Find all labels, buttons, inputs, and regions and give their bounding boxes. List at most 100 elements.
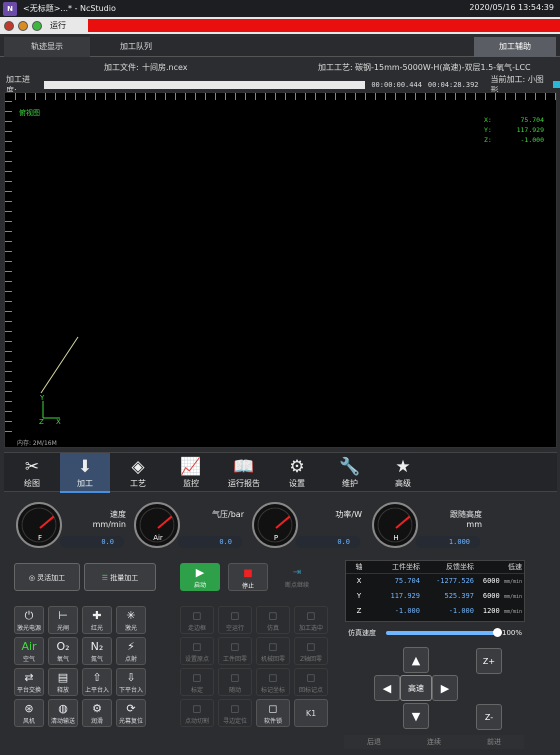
- total-time: 00:04:28.392: [427, 80, 479, 89]
- jog-speed-button[interactable]: 高速: [400, 675, 432, 701]
- pager-prev[interactable]: 后退: [344, 737, 404, 747]
- jog-zminus-button[interactable]: Z-: [476, 704, 502, 730]
- tab-queue[interactable]: 加工队列: [92, 37, 180, 57]
- axes-table: 轴工件坐标 反馈坐标 低速 X 75.704 -1277.526 6000 mm/min Y 1…: [345, 560, 525, 622]
- axes-row-2-unit: mm/min: [503, 609, 522, 615]
- resume-label: 断点继续: [284, 582, 309, 589]
- mid-grid-button-3-0[interactable]: ◻ 点动切割: [180, 699, 214, 727]
- stop-button[interactable]: ■ 停止: [228, 563, 268, 591]
- nav-3-icon: 📈: [180, 457, 202, 477]
- batch-mode-button[interactable]: ☰ 批量加工: [84, 563, 156, 591]
- left-grid-button-2-3[interactable]: ⇩ 下平台入: [116, 668, 146, 696]
- mid-grid-label-1-2: 机械回零: [260, 656, 285, 663]
- mid-grid-icon-3-2: ◻: [268, 702, 278, 715]
- gauge-0-dial-icon: F: [16, 502, 62, 548]
- nav-5-label: 设置: [289, 479, 305, 488]
- flex-mode-button[interactable]: ◎ 灵活加工: [14, 563, 80, 591]
- pager-mid[interactable]: 连续: [404, 737, 464, 747]
- mid-grid-button-1-1[interactable]: ◻ 工件回零: [218, 637, 252, 665]
- mid-grid-button-1-2[interactable]: ◻ 机械回零: [256, 637, 290, 665]
- left-grid-button-0-2[interactable]: ✚ 红光: [82, 606, 112, 634]
- start-label: 启动: [193, 582, 206, 589]
- mid-grid-button-3-3[interactable]: K1: [294, 699, 328, 727]
- flex-mode-label: 灵活加工: [37, 574, 66, 582]
- mid-grid-label-1-3: Z轴回零: [299, 656, 323, 663]
- process-label: 加工工艺:: [318, 63, 353, 72]
- left-grid-button-0-1[interactable]: ⊢ 光闸: [48, 606, 78, 634]
- left-grid-button-2-0[interactable]: ⇄ 平台交换: [14, 668, 44, 696]
- left-grid-button-3-1[interactable]: ◍ 清动输送: [48, 699, 78, 727]
- left-grid-button-1-3[interactable]: ⚡ 点射: [116, 637, 146, 665]
- close-button[interactable]: [4, 20, 14, 31]
- mid-grid-button-2-2[interactable]: ◻ 标记坐标: [256, 668, 290, 696]
- tab-track[interactable]: 轨迹显示: [4, 37, 90, 57]
- axis-z-label: Z: [39, 418, 44, 426]
- nav-item-2[interactable]: ◈ 工艺: [113, 453, 163, 493]
- title-bar: N <无标题>...* - NcStudio 2020/05/16 13:54:…: [0, 0, 560, 17]
- sim-speed-row: 仿真速度 100%: [348, 628, 528, 638]
- sim-speed-knob[interactable]: [493, 628, 502, 637]
- jog-right-button[interactable]: ▶: [432, 675, 458, 701]
- tab-assist[interactable]: 加工辅助: [474, 37, 556, 57]
- left-grid-button-0-3[interactable]: ✳ 激光: [116, 606, 146, 634]
- left-grid-button-3-0[interactable]: ⊛ 风机: [14, 699, 44, 727]
- start-button[interactable]: ▶ 启动: [180, 563, 220, 591]
- mid-grid-icon-2-1: ◻: [230, 671, 240, 684]
- gauge-0-value: 0.0: [60, 536, 124, 548]
- left-grid-button-1-2[interactable]: N₂ 氮气: [82, 637, 112, 665]
- nav-item-6[interactable]: 🔧 维护: [325, 453, 375, 493]
- jog-up-button[interactable]: ▲: [403, 647, 429, 673]
- left-grid-label-2-1: 释放: [56, 687, 69, 694]
- left-grid-icon-2-2: ⇧: [92, 671, 102, 684]
- gauges-panel: F 速度 mm/min 0.0 Air 气压/bar 0.0 P 功率/W 0.0 H 跟随高度 m…: [4, 496, 557, 556]
- mid-grid-button-2-1[interactable]: ◻ 随动: [218, 668, 252, 696]
- gauge-1-value: 0.0: [178, 536, 242, 548]
- nav-item-5[interactable]: ⚙ 设置: [272, 453, 322, 493]
- resume-button[interactable]: ⇥ 断点继续: [276, 563, 318, 591]
- mid-grid-button-3-1[interactable]: ◻ 寻边定位: [218, 699, 252, 727]
- toolbar: 运行: [0, 17, 560, 34]
- left-grid-button-0-0[interactable]: ⏻ 激光电源: [14, 606, 44, 634]
- mid-grid-icon-0-2: ◻: [268, 609, 278, 622]
- mid-grid-label-2-1: 随动: [228, 687, 241, 694]
- pager-next[interactable]: 前进: [464, 737, 524, 747]
- mid-grid-button-2-0[interactable]: ◻ 标定: [180, 668, 214, 696]
- nav-4-icon: 📖: [233, 457, 255, 477]
- left-grid-label-2-2: 上平台入: [84, 687, 109, 694]
- track-canvas[interactable]: 俯视图 X: 75.704 Y: 117.929 Z: -1.000 Y Z X 内存…: [4, 92, 558, 448]
- mid-grid-button-1-3[interactable]: ◻ Z轴回零: [294, 637, 328, 665]
- sim-speed-slider[interactable]: [386, 628, 502, 637]
- mid-grid-button-0-1[interactable]: ◻ 空运行: [218, 606, 252, 634]
- maximize-button[interactable]: [32, 20, 42, 31]
- mid-grid-button-0-3[interactable]: ◻ 加工选中: [294, 606, 328, 634]
- mid-grid-label-3-2: 软件锁: [263, 718, 282, 725]
- left-grid-button-1-1[interactable]: O₂ 氧气: [48, 637, 78, 665]
- left-grid-button-1-0[interactable]: Air 空气: [14, 637, 44, 665]
- left-grid-label-1-3: 点射: [124, 656, 137, 663]
- jog-down-button[interactable]: ▼: [403, 703, 429, 729]
- mid-grid-button-3-2[interactable]: ◻ 软件锁: [256, 699, 290, 727]
- nav-0-label: 绘图: [24, 479, 40, 488]
- nav-item-4[interactable]: 📖 运行报告: [219, 453, 269, 493]
- mid-grid-button-2-3[interactable]: ◻ 回标记点: [294, 668, 328, 696]
- mid-grid-button-0-0[interactable]: ◻ 走边框: [180, 606, 214, 634]
- left-grid-button-2-1[interactable]: ▤ 释放: [48, 668, 78, 696]
- jog-left-button[interactable]: ◀: [374, 675, 400, 701]
- jog-zplus-button[interactable]: Z+: [476, 648, 502, 674]
- mid-grid-button-0-2[interactable]: ◻ 仿真: [256, 606, 290, 634]
- axes-row-1-speed-value: 6000: [482, 592, 500, 600]
- nav-item-0[interactable]: ✂ 绘图: [7, 453, 57, 493]
- axes-row-0-speed: 6000 mm/min: [474, 574, 522, 589]
- left-grid-button-2-2[interactable]: ⇧ 上平台入: [82, 668, 112, 696]
- left-grid-icon-3-0: ⊛: [24, 702, 34, 715]
- left-grid-button-3-2[interactable]: ⚙ 润滑: [82, 699, 112, 727]
- nav-item-1[interactable]: ⬇ 加工: [60, 453, 110, 493]
- nav-item-7[interactable]: ★ 高级: [378, 453, 428, 493]
- minimize-button[interactable]: [18, 20, 28, 31]
- axes-row-0-axis: X: [356, 577, 362, 585]
- mid-grid-button-1-0[interactable]: ◻ 设置原点: [180, 637, 214, 665]
- left-grid-label-1-0: 空气: [22, 656, 35, 663]
- left-grid-button-3-3[interactable]: ⟳ 光幕复位: [116, 699, 146, 727]
- nav-item-3[interactable]: 📈 监控: [166, 453, 216, 493]
- axes-row-2-speed: 1200 mm/min: [474, 604, 522, 619]
